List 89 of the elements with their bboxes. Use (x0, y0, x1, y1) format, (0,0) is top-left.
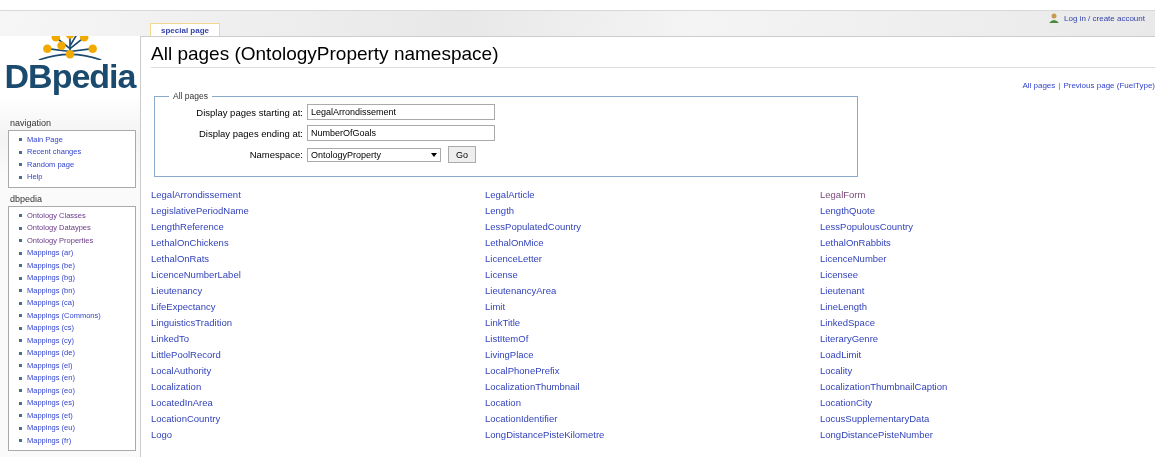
bullet-icon (19, 289, 22, 293)
bullet-icon (19, 138, 22, 142)
bullet-icon (19, 163, 22, 167)
page-link[interactable]: LinguisticsTradition (151, 315, 232, 331)
bullet-icon (19, 214, 22, 218)
page-link[interactable]: LittlePoolRecord (151, 347, 221, 363)
namespace-select[interactable]: OntologyProperty (307, 147, 441, 162)
page-link[interactable]: Locality (820, 363, 853, 379)
page-link[interactable]: LethalOnRabbits (820, 235, 891, 251)
page-link[interactable]: LicenceLetter (485, 251, 543, 267)
bullet-icon (19, 389, 22, 393)
page-link[interactable]: Limit (485, 299, 506, 315)
page-link[interactable]: LongDistancePisteNumber (820, 427, 933, 443)
bullet-icon (19, 175, 22, 179)
page-link[interactable]: LessPopulousCountry (820, 219, 913, 235)
bullet-icon (19, 264, 22, 268)
page-link[interactable]: LethalOnMice (485, 235, 544, 251)
login-link[interactable]: Log in / create account (1049, 13, 1145, 23)
page-link[interactable]: LegislativePeriodName (151, 203, 249, 219)
page-link[interactable]: Location (485, 395, 521, 411)
bullet-icon (19, 239, 22, 243)
nav-link[interactable]: Previous page (FuelType) (1063, 81, 1155, 91)
page-link[interactable]: LinkedSpace (820, 315, 875, 331)
field-label: Display pages starting at: (195, 106, 304, 118)
page-link[interactable]: License (485, 267, 518, 283)
bullet-icon (19, 364, 22, 368)
page-link[interactable]: Lieutenancy (151, 283, 203, 299)
dropdown-icon (431, 152, 437, 157)
page-link[interactable]: LocationCountry (151, 411, 221, 427)
page-link[interactable]: LineLength (820, 299, 868, 315)
page-link[interactable]: LivingPlace (485, 347, 534, 363)
bullet-icon (19, 426, 22, 430)
page-link[interactable]: LinkedTo (151, 331, 190, 347)
bullet-icon (19, 301, 22, 305)
page-link[interactable]: LegalArticle (485, 187, 535, 203)
page-link[interactable]: LocusSupplementaryData (820, 411, 930, 427)
nav-link[interactable]: All pages (1022, 81, 1056, 91)
page-link[interactable]: Logo (151, 427, 173, 443)
page-link[interactable]: Lieutenant (820, 283, 865, 299)
bullet-icon (19, 314, 22, 318)
page-link[interactable]: LegalArrondissement (151, 187, 241, 203)
page-link[interactable]: LicenceNumberLabel (151, 267, 241, 283)
page-link[interactable]: LocatedInArea (151, 395, 213, 411)
separator: | (1058, 81, 1061, 91)
form-legend: All pages (169, 91, 212, 101)
page-link[interactable]: ListItemOf (485, 331, 529, 347)
user-icon (1049, 13, 1060, 23)
page-link[interactable]: LoadLimit (820, 347, 862, 363)
portlet-heading: navigation (9, 117, 53, 130)
bullet-icon (19, 351, 22, 355)
page-link[interactable]: Length (485, 203, 515, 219)
page-link[interactable]: LethalOnChickens (151, 235, 229, 251)
page-link[interactable]: LocationIdentifier (485, 411, 558, 427)
page-link[interactable]: LifeExpectancy (151, 299, 216, 315)
special-page-tab[interactable]: special page (150, 23, 221, 36)
page-link[interactable]: LiteraryGenre (820, 331, 879, 347)
bullet-icon (19, 276, 22, 280)
page-link[interactable]: LicenceNumber (820, 251, 887, 267)
bullet-icon (19, 339, 22, 343)
page-link[interactable]: LocalizationThumbnail (485, 379, 580, 395)
page-link[interactable]: LocalPhonePrefix (485, 363, 560, 379)
bullet-icon (19, 414, 22, 418)
text-field[interactable]: NumberOfGoals (307, 125, 495, 141)
page-link[interactable]: LongDistancePisteKilometre (485, 427, 605, 443)
page-link[interactable]: LocalizationThumbnailCaption (820, 379, 948, 395)
page-link[interactable]: Licensee (820, 267, 859, 283)
page-link[interactable]: LengthReference (151, 219, 224, 235)
page-title: All pages (OntologyProperty namespace) (151, 43, 1155, 68)
page-link[interactable]: LessPopulatedCountry (485, 219, 582, 235)
page-link[interactable]: LieutenancyArea (485, 283, 557, 299)
field-label: Namespace: (248, 149, 304, 160)
bullet-icon (19, 401, 22, 405)
portlet-heading: dbpedia (9, 193, 44, 206)
page-link[interactable]: LocationCity (820, 395, 873, 411)
page-link[interactable]: LinkTitle (485, 315, 521, 331)
field-label: Display pages ending at: (197, 127, 304, 139)
page-link[interactable]: LethalOnRats (151, 251, 210, 267)
bullet-icon (19, 376, 22, 380)
bullet-icon (19, 439, 22, 443)
bullet-icon (19, 226, 22, 230)
bullet-icon (19, 150, 22, 154)
go-button[interactable]: Go (448, 146, 476, 163)
page-link[interactable]: LengthQuote (820, 203, 875, 219)
bullet-icon (19, 251, 22, 255)
page-link[interactable]: Localization (151, 379, 202, 395)
text-field[interactable]: LegalArrondissement (307, 104, 495, 120)
bullet-icon (19, 326, 22, 330)
page-link[interactable]: LocalAuthority (151, 363, 212, 379)
page-link[interactable]: LegalForm (820, 187, 866, 203)
